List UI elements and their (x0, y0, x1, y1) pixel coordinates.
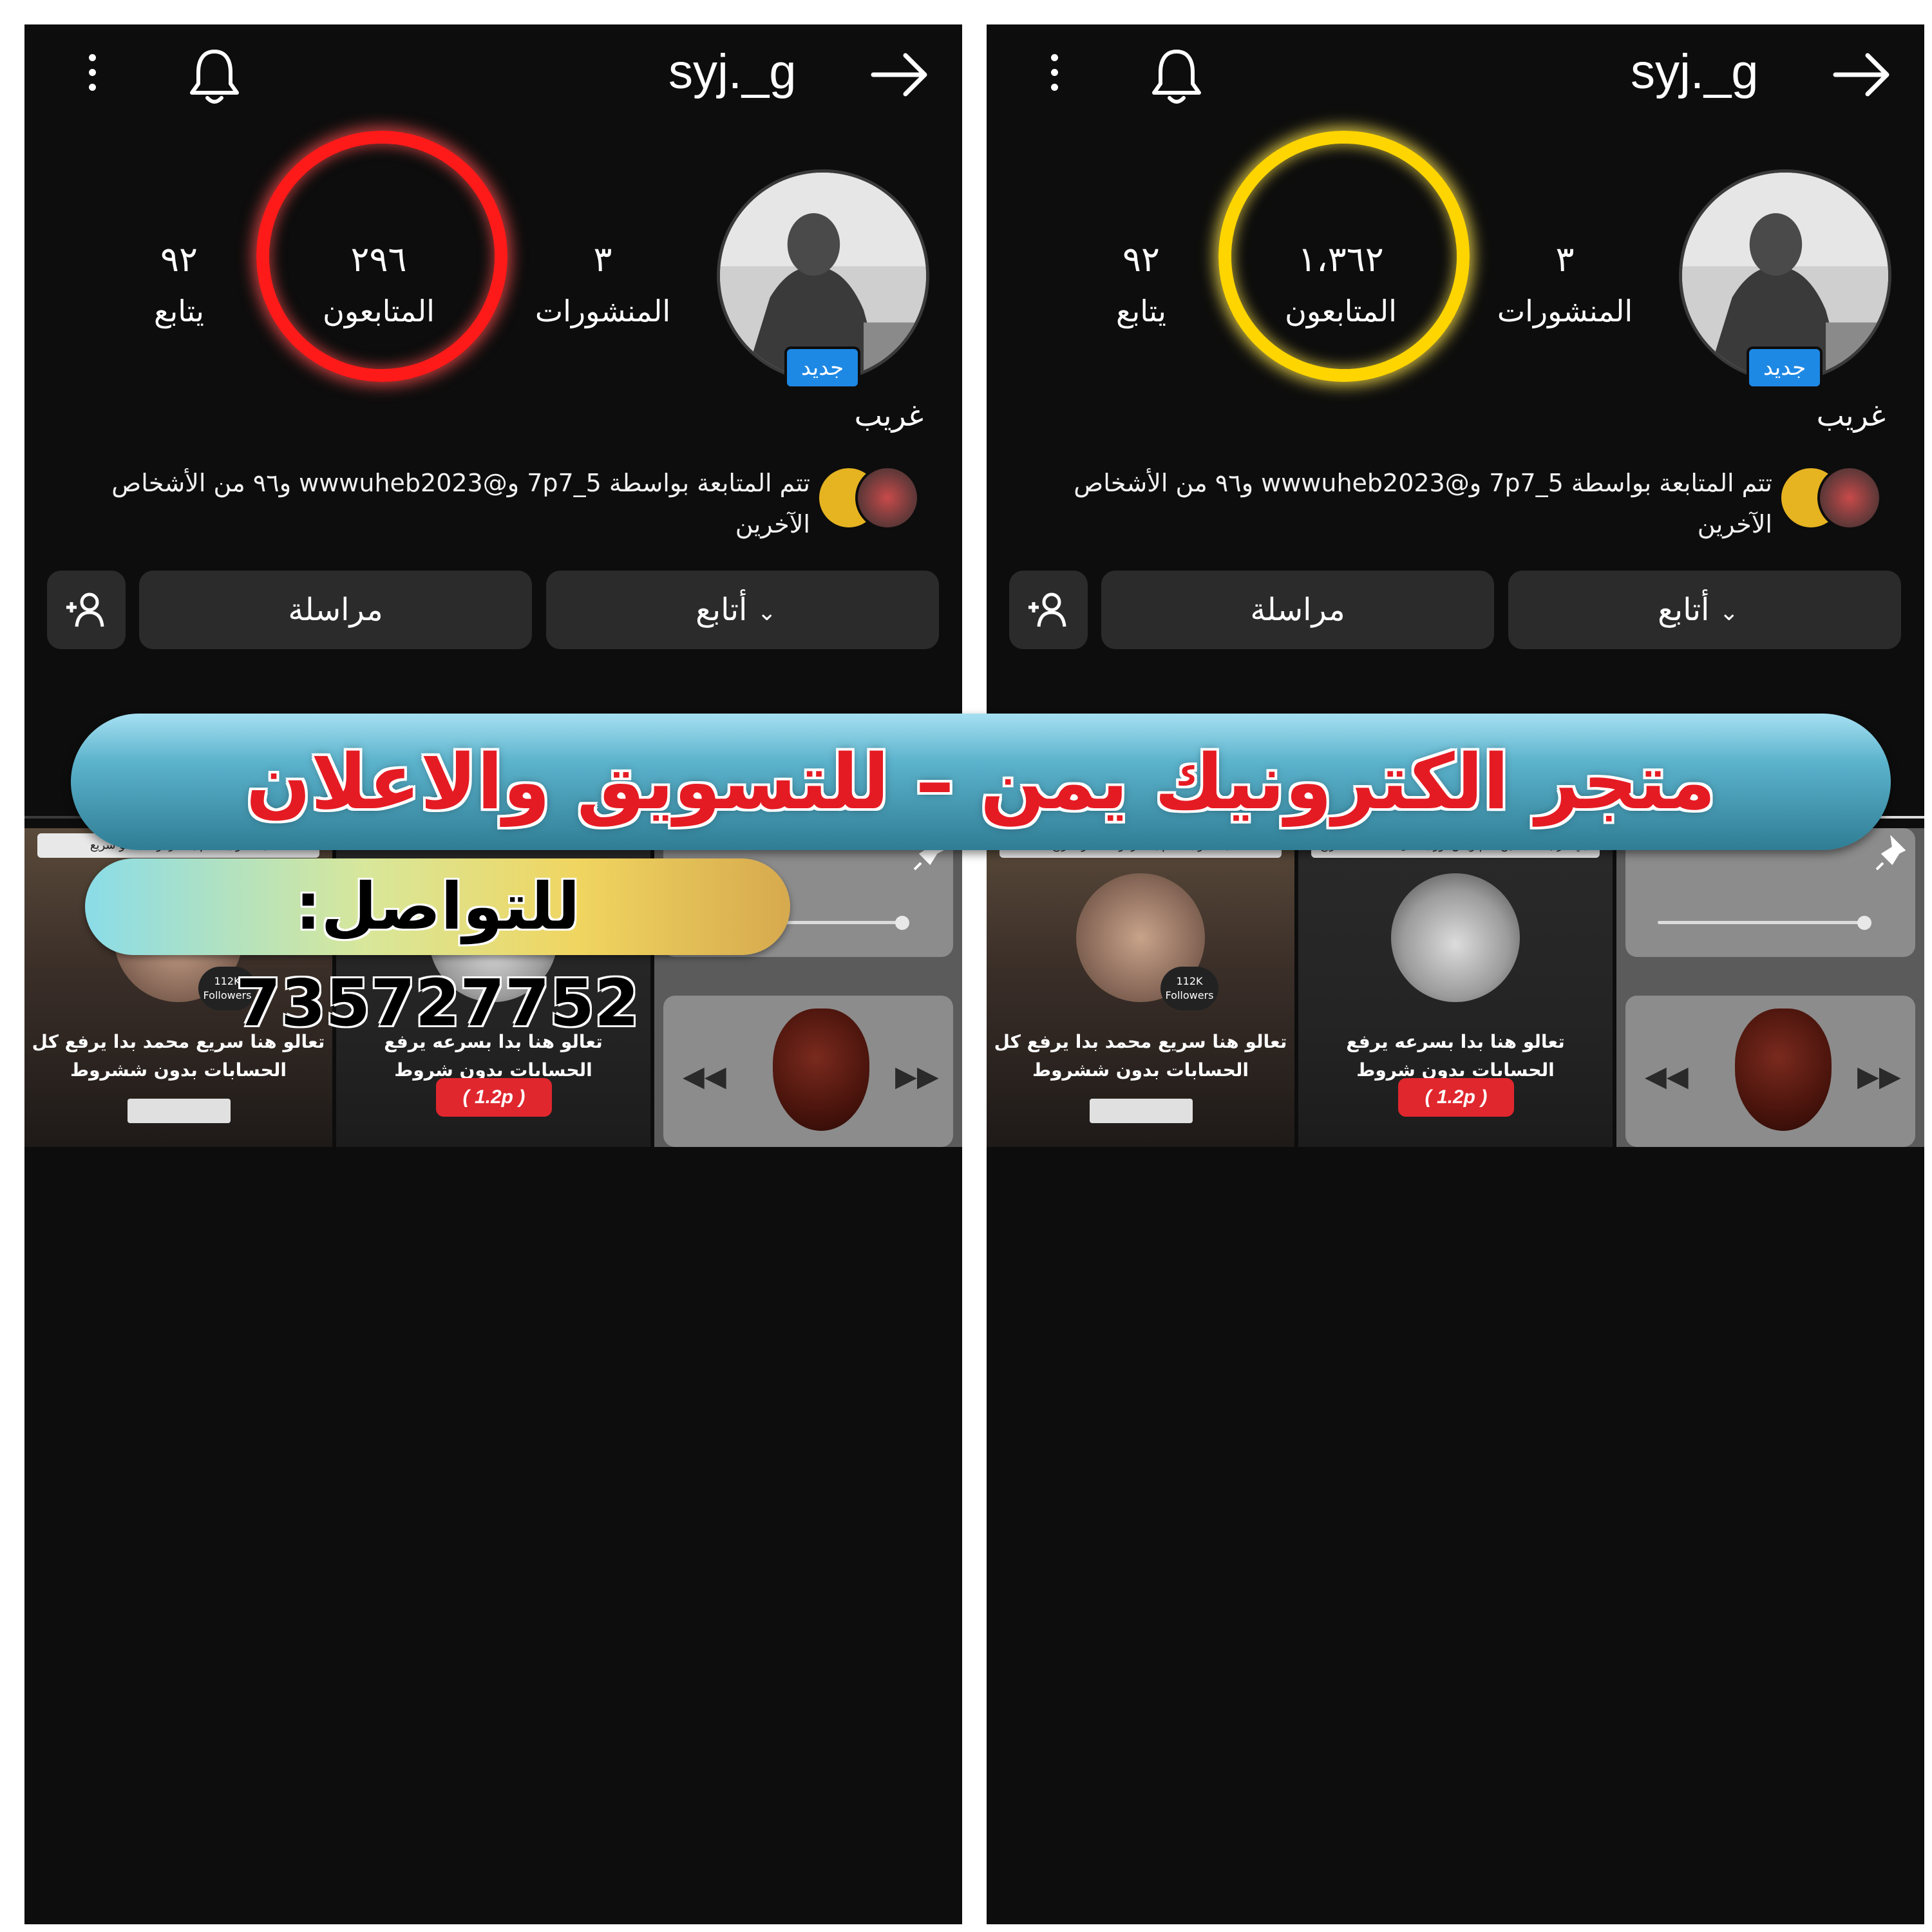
price-badge: ( 1.2p ) (1398, 1078, 1514, 1117)
bell-icon[interactable] (185, 44, 243, 108)
media-player: ◀◀ ▶▶ (663, 996, 953, 1147)
arrow-right-icon[interactable] (1830, 49, 1895, 100)
follow-label: أتابع (696, 592, 748, 628)
heart-image (773, 1009, 869, 1131)
following-stat[interactable]: ٩٢ يتابع (95, 237, 263, 340)
display-name: غريب (1816, 398, 1886, 433)
posts-label: المنشورات (1497, 294, 1633, 328)
more-options-icon[interactable] (86, 50, 99, 95)
contact-text: للتواصل: 735727752 (236, 869, 639, 1041)
mutual-followers-avatars[interactable] (817, 466, 926, 533)
following-count: ٩٢ (160, 239, 198, 279)
post-caption: تعالو هنا سريع محمد بدا يرفع كل الحسابات… (994, 1031, 1287, 1081)
message-button[interactable]: مراسلة (139, 571, 532, 649)
following-label: يتابع (1116, 294, 1166, 328)
bell-icon[interactable] (1148, 44, 1206, 108)
add-user-button[interactable] (47, 571, 126, 649)
progress-thumb (1857, 916, 1871, 930)
followers-chip: 112K Followers (1160, 967, 1218, 1010)
followers-label: المتابعون (323, 294, 435, 328)
more-options-icon[interactable] (1048, 50, 1061, 95)
chevron-down-icon: ⌄ (757, 600, 777, 626)
follow-label: أتابع (1658, 592, 1710, 628)
post-thumbnail[interactable]: بدا اقوى دعـم بحضرموت لحقو سريع 112K Fol… (987, 828, 1294, 1147)
posts-label: المنشورات (535, 294, 671, 328)
posts-count: ٣ (1555, 239, 1575, 279)
mutual-avatar (1817, 466, 1882, 530)
post-chip (1090, 1099, 1193, 1123)
username: syj._g (1631, 44, 1759, 99)
mutual-followers-avatars[interactable] (1779, 466, 1888, 533)
post-avatar-image (1391, 873, 1520, 1002)
contact-badge: للتواصل: 735727752 (85, 858, 790, 1041)
post-thumbnail[interactable]: ◀◀ ▶▶ (1616, 828, 1924, 1147)
fast-forward-icon: ▶▶ (895, 1060, 939, 1093)
posts-count: ٣ (593, 239, 612, 279)
posts-stat[interactable]: ٣ المنشورات (519, 237, 687, 340)
followers-stat[interactable]: ١،٣٦٢ المتابعون (1257, 237, 1425, 340)
top-bar: syj._g (987, 24, 1924, 121)
mutual-avatar (855, 466, 920, 530)
posts-stat[interactable]: ٣ المنشورات (1481, 237, 1649, 340)
mutual-followers-text[interactable]: تتم المتابعة بواسطة 7p7_5 و@wwwuheb2023 … (1025, 462, 1772, 545)
add-user-icon (66, 592, 104, 627)
mutual-followers-text[interactable]: تتم المتابعة بواسطة 7p7_5 و@wwwuheb2023 … (63, 462, 810, 545)
followers-label: المتابعون (1285, 294, 1397, 328)
chevron-down-icon: ⌄ (1719, 600, 1739, 626)
promo-banner: متجر الكترونيك يمن – للتسويق والاعلان (71, 714, 1891, 850)
post-caption: تعالو هنا بدا بسرعه يرفع الحسابات بدون ش… (1346, 1031, 1565, 1081)
heart-image (1735, 1009, 1832, 1131)
follow-button[interactable]: أتابع ⌄ (546, 571, 939, 649)
arrow-right-icon[interactable] (868, 49, 933, 100)
followers-stat[interactable]: ٢٩٦ المتابعون (295, 237, 462, 340)
message-button[interactable]: مراسلة (1101, 571, 1494, 649)
following-count: ٩٢ (1122, 239, 1160, 279)
fast-forward-icon: ▶▶ (1857, 1060, 1901, 1093)
progress-thumb (895, 916, 909, 930)
add-user-button[interactable] (1009, 571, 1088, 649)
following-label: يتابع (154, 294, 204, 328)
promo-banner-text: متجر الكترونيك يمن – للتسويق والاعلان (245, 737, 1716, 826)
rewind-icon: ◀◀ (1645, 1060, 1689, 1093)
following-stat[interactable]: ٩٢ يتابع (1057, 237, 1225, 340)
top-bar: syj._g (24, 24, 962, 121)
rewind-icon: ◀◀ (683, 1060, 726, 1093)
followers-count: ٢٩٦ (350, 239, 407, 279)
price-badge: ( 1.2p ) (436, 1078, 552, 1117)
new-badge: جديد (1747, 346, 1823, 389)
followers-count: ١،٣٦٢ (1298, 239, 1384, 279)
follow-button[interactable]: أتابع ⌄ (1508, 571, 1901, 649)
media-player: ◀◀ ▶▶ (1625, 996, 1915, 1147)
post-thumbnail[interactable]: تبي عرب متفاعلين عام وبس تورى تعال عند م… (1298, 828, 1613, 1147)
new-badge: جديد (784, 346, 860, 389)
profile-screenshot-right: syj._g جديد ٣ المنشورات ١،٣٦٢ المتابعون … (987, 24, 1924, 1924)
post-chip (128, 1099, 231, 1123)
username: syj._g (668, 44, 797, 99)
add-user-icon (1028, 592, 1066, 627)
display-name: غريب (854, 398, 923, 433)
progress-track (1658, 921, 1864, 924)
posts-grid: بدا اقوى دعـم بحضرموت لحقو سريع 112K Fol… (987, 828, 1924, 1147)
